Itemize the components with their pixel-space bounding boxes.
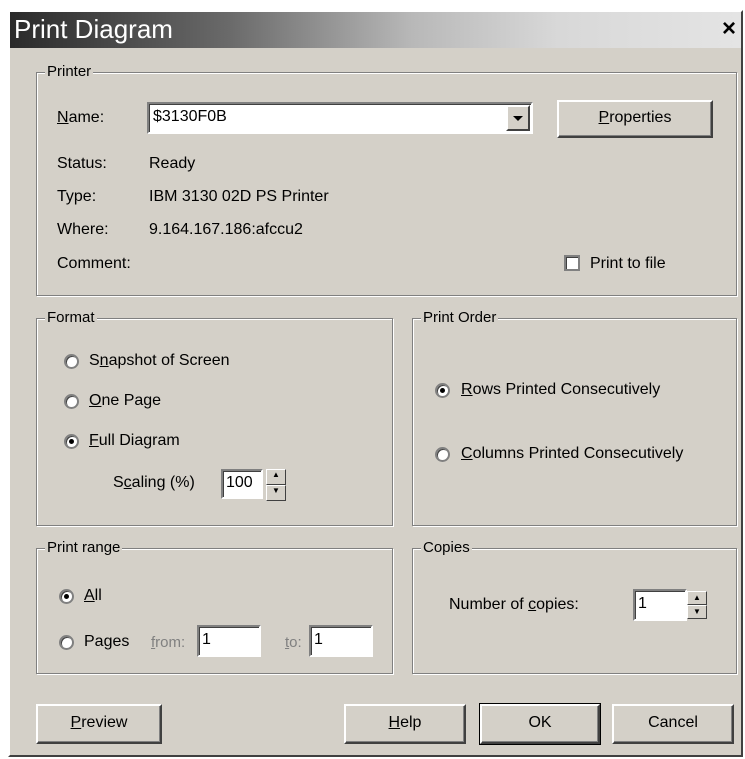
- to-value: 1: [314, 631, 323, 648]
- where-value: 9.164.167.186:afccu2: [149, 221, 303, 238]
- dropdown-button[interactable]: [506, 105, 530, 131]
- help-button[interactable]: Help: [344, 704, 466, 744]
- help-accel: H: [388, 714, 401, 731]
- pages-label[interactable]: Pages: [84, 632, 129, 652]
- columns-consecutive-radio[interactable]: [435, 447, 450, 462]
- print-range-group: Print range All Pages from: 1 to: 1: [36, 539, 393, 674]
- close-icon[interactable]: ×: [717, 16, 741, 42]
- full-diagram-label[interactable]: Full Diagram: [89, 431, 180, 451]
- all-accel: A: [84, 587, 95, 604]
- name-label-rest: ame:: [68, 109, 105, 126]
- cancel-label: Cancel: [648, 714, 698, 731]
- copies-accel: c: [528, 596, 537, 613]
- copies-spin-up-icon[interactable]: ▲: [687, 591, 707, 605]
- status-label: Status:: [57, 155, 107, 172]
- rows-consecutive-radio[interactable]: [435, 383, 450, 398]
- to-label: to:: [285, 634, 302, 651]
- ok-button[interactable]: OK: [479, 703, 601, 745]
- format-legend: Format: [45, 309, 97, 327]
- scaling-value: 100: [226, 474, 253, 491]
- printer-group: Printer Name: $3130F0B Properties Status…: [36, 63, 737, 296]
- title-bar[interactable]: Print Diagram ×: [10, 12, 741, 48]
- print-order-legend: Print Order: [421, 309, 499, 327]
- scaling-input[interactable]: 100: [221, 469, 263, 499]
- all-label[interactable]: All: [84, 586, 102, 606]
- type-value: IBM 3130 02D PS Printer: [149, 188, 329, 205]
- preview-button[interactable]: Preview: [36, 704, 162, 744]
- columns-consecutive-label[interactable]: Columns Printed Consecutively: [461, 444, 683, 464]
- snapshot-radio[interactable]: [64, 354, 79, 369]
- dropdown-arrow-icon: [513, 116, 523, 121]
- copies-spinner[interactable]: ▲ ▼: [687, 591, 707, 619]
- snapshot-accel: n: [99, 352, 109, 369]
- printer-legend: Printer: [45, 63, 94, 81]
- copies-legend: Copies: [421, 539, 472, 557]
- status-value: Ready: [149, 155, 196, 172]
- one-page-accel: O: [89, 392, 102, 409]
- number-of-copies-label: Number of copies:: [449, 596, 579, 613]
- comment-label: Comment:: [57, 255, 131, 272]
- copies-spin-down-icon[interactable]: ▼: [687, 605, 707, 619]
- all-radio[interactable]: [59, 589, 74, 604]
- scaling-label: Scaling (%): [113, 474, 195, 491]
- from-label: from:: [151, 634, 186, 651]
- printer-name-value: $3130F0B: [153, 108, 227, 125]
- print-diagram-dialog: Print Diagram × Printer Name: $3130F0B P…: [8, 10, 743, 757]
- copies-input[interactable]: 1: [633, 589, 687, 621]
- print-to-file-label[interactable]: Print to file: [590, 254, 666, 274]
- spin-down-icon[interactable]: ▼: [266, 485, 286, 501]
- format-group: Format Snapshot of Screen One Page Full …: [36, 309, 393, 526]
- name-label-accel: N: [57, 109, 69, 126]
- snapshot-label[interactable]: Snapshot of Screen: [89, 351, 230, 371]
- cancel-button[interactable]: Cancel: [612, 704, 734, 744]
- window-title: Print Diagram: [14, 14, 173, 44]
- columns-accel: C: [461, 445, 473, 462]
- where-label: Where:: [57, 221, 109, 238]
- print-to-file-checkbox[interactable]: [564, 255, 580, 271]
- to-accel: t: [285, 634, 290, 651]
- rows-consecutive-label[interactable]: Rows Printed Consecutively: [461, 380, 660, 400]
- rows-accel: R: [461, 381, 473, 398]
- to-pages-input[interactable]: 1: [309, 625, 373, 657]
- copies-group: Copies Number of copies: 1 ▲ ▼: [412, 539, 737, 674]
- ok-label: OK: [528, 714, 552, 731]
- from-value: 1: [202, 631, 211, 648]
- one-page-label[interactable]: One Page: [89, 391, 161, 411]
- full-diagram-accel: F: [89, 432, 99, 449]
- printer-name-select[interactable]: $3130F0B: [147, 102, 533, 134]
- print-order-group: Print Order Rows Printed Consecutively C…: [412, 309, 737, 526]
- full-diagram-radio[interactable]: [64, 434, 79, 449]
- spin-up-icon[interactable]: ▲: [266, 469, 286, 485]
- properties-accel: P: [598, 109, 610, 126]
- from-pages-input[interactable]: 1: [197, 625, 261, 657]
- properties-label-rest: roperties: [609, 109, 672, 126]
- print-range-legend: Print range: [45, 539, 123, 557]
- pages-radio[interactable]: [59, 635, 74, 650]
- from-accel: f: [151, 634, 156, 651]
- copies-value: 1: [638, 595, 647, 612]
- type-label: Type:: [57, 188, 97, 205]
- name-label: Name:: [57, 108, 104, 128]
- preview-accel: P: [70, 714, 82, 731]
- scaling-accel: c: [123, 474, 132, 491]
- properties-button[interactable]: Properties: [557, 100, 713, 138]
- one-page-radio[interactable]: [64, 394, 79, 409]
- scaling-spinner[interactable]: ▲ ▼: [266, 469, 286, 501]
